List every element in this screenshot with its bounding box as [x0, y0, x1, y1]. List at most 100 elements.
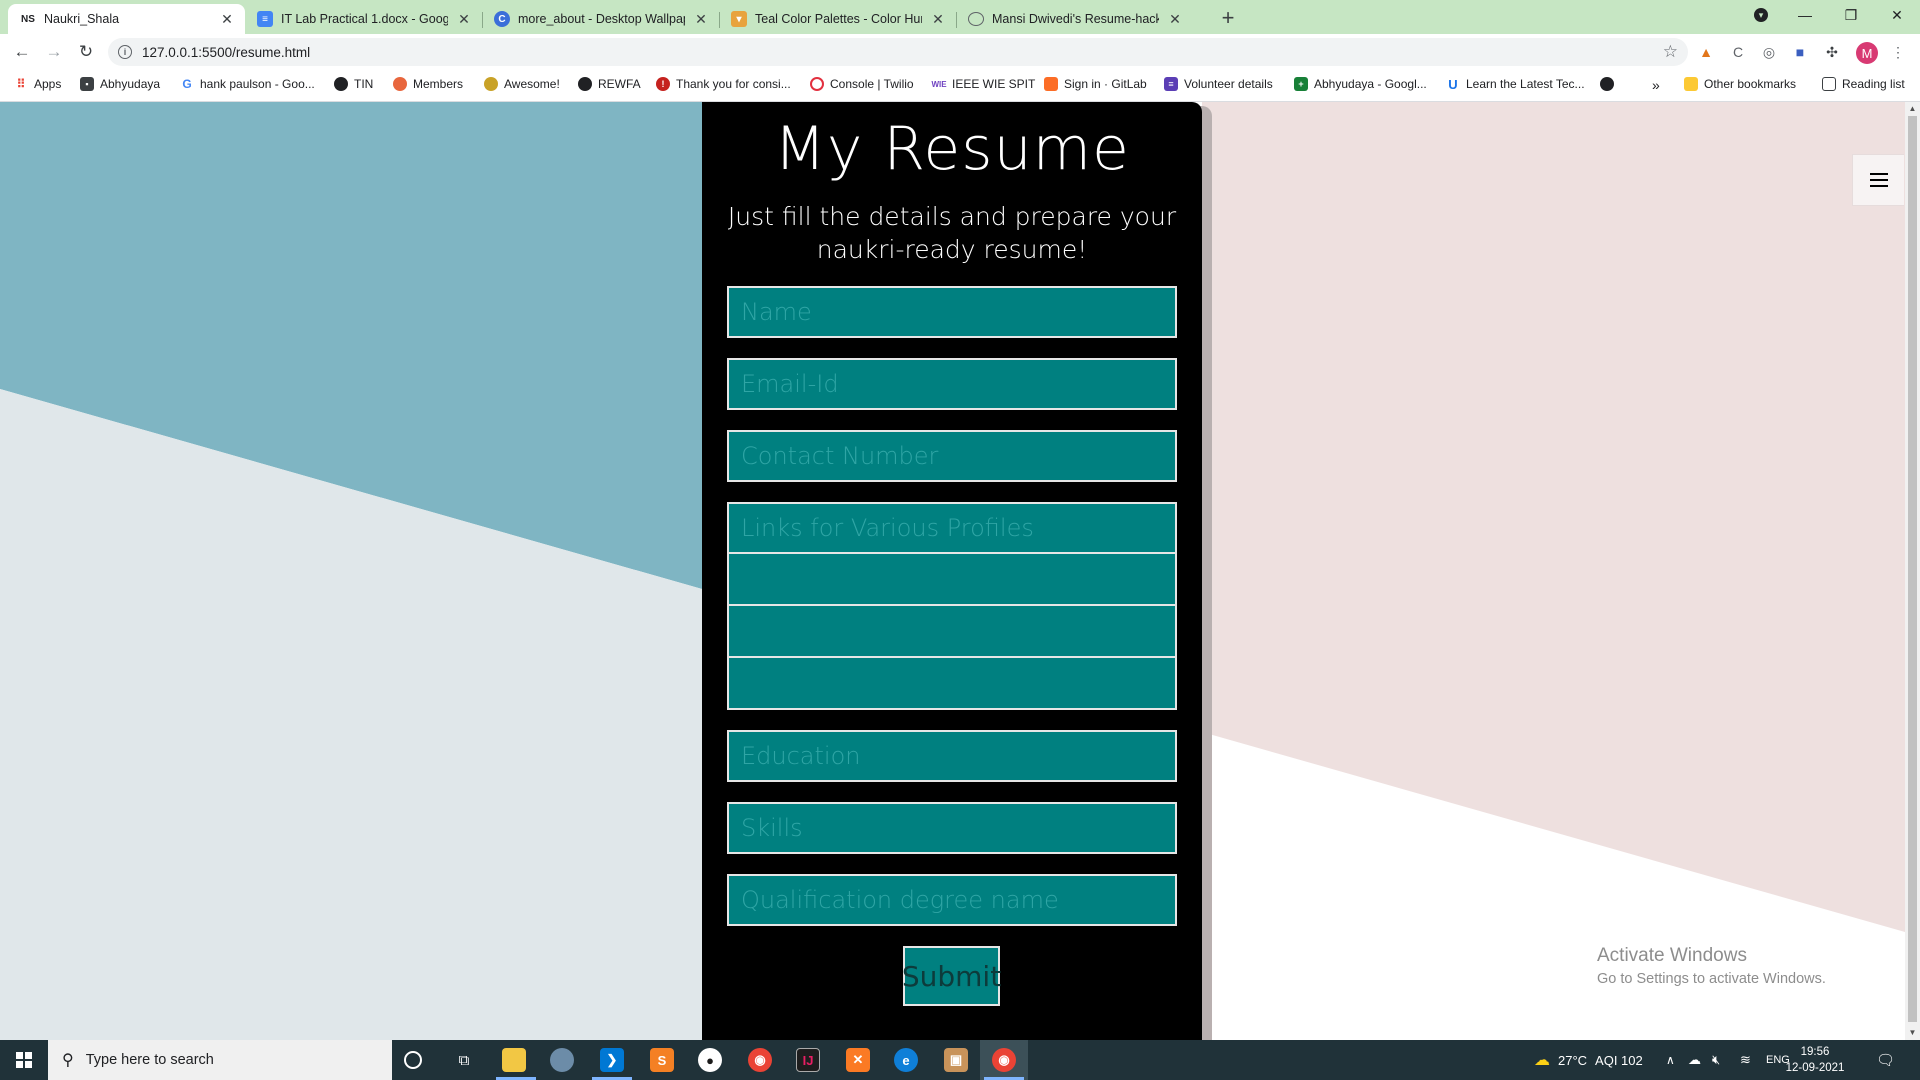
wifi-icon[interactable]: ≋ — [1740, 1040, 1751, 1080]
bookmarks-overflow-button[interactable]: » — [1652, 77, 1660, 93]
restore-button[interactable]: ❐ — [1828, 0, 1874, 30]
bookmark-apps[interactable]: ⠿ Apps — [14, 77, 62, 91]
bookmark-star-icon[interactable]: ☆ — [1663, 42, 1678, 62]
hamburger-menu-button[interactable] — [1852, 154, 1904, 206]
profile-link-3-field[interactable] — [727, 606, 1177, 658]
name-field[interactable]: Name — [727, 286, 1177, 338]
submit-button[interactable]: Submit — [902, 946, 1001, 1006]
chrome-active-icon[interactable]: ◉ — [992, 1048, 1016, 1072]
bookmark-twilio[interactable]: Console | Twilio — [810, 77, 914, 91]
chrome-icon[interactable]: ◉ — [748, 1048, 772, 1072]
reload-button[interactable]: ↻ — [72, 38, 100, 66]
close-window-button[interactable]: ✕ — [1874, 0, 1920, 30]
bookmark-ieee-wie[interactable]: WIE IEEE WIE SPIT — [931, 77, 1035, 91]
bookmark-abhyudaya-sheets[interactable]: + Abhyudaya - Googl... — [1294, 77, 1427, 91]
tab-naukri-shala[interactable]: NS Naukri_Shala ✕ — [8, 4, 245, 34]
bookmark-unnamed[interactable] — [1600, 77, 1614, 91]
bookmark-rewfa[interactable]: REWFA — [578, 77, 641, 91]
docs-icon: ≡ — [257, 11, 273, 27]
app-circle-icon[interactable]: ● — [698, 1048, 722, 1072]
taskbar-search-box[interactable]: ⚲ Type here to search — [48, 1040, 392, 1080]
close-icon[interactable]: ✕ — [456, 11, 472, 27]
bookmark-awesome[interactable]: Awesome! — [484, 77, 560, 91]
clock-date: 12-09-2021 — [1785, 1062, 1845, 1074]
other-bookmarks[interactable]: Other bookmarks — [1684, 77, 1796, 91]
minimize-button[interactable]: — — [1782, 0, 1828, 30]
task-view-icon[interactable]: ⧉ — [452, 1048, 476, 1072]
tab-search-button[interactable]: ▾ — [1738, 0, 1784, 30]
metamask-icon[interactable]: ▲ — [1696, 42, 1716, 62]
bookmark-tin[interactable]: TIN — [334, 77, 373, 91]
education-field[interactable]: Education — [727, 730, 1177, 782]
profile-link-4-field[interactable] — [727, 658, 1177, 710]
show-hidden-icons-button[interactable]: ∧ — [1666, 1040, 1675, 1080]
emoji-icon — [484, 77, 498, 91]
address-bar[interactable]: i 127.0.0.1:5500/resume.html ☆ — [108, 38, 1688, 66]
bookmark-volunteer[interactable]: ≡ Volunteer details — [1164, 77, 1273, 91]
bookmark-label: Members — [413, 77, 464, 91]
tab-title: IT Lab Practical 1.docx - Google D — [281, 12, 448, 26]
profile-links-field[interactable]: Links for Various Profiles — [727, 502, 1177, 554]
contact-number-field[interactable]: Contact Number — [727, 430, 1177, 482]
bookmark-label: REWFA — [598, 77, 641, 91]
cortana-icon[interactable] — [404, 1051, 422, 1069]
package-icon[interactable]: ▣ — [944, 1048, 968, 1072]
paint-icon[interactable] — [550, 1048, 574, 1072]
back-button[interactable]: ← — [8, 38, 36, 66]
onedrive-icon[interactable]: ☁ — [1688, 1040, 1701, 1080]
tab-mansi-resume[interactable]: Mansi Dwivedi's Resume-hackerr ✕ — [956, 4, 1193, 34]
bookmark-page-icon: ▪ — [80, 77, 94, 91]
watermark-title: Activate Windows — [1597, 945, 1747, 966]
close-icon[interactable]: ✕ — [1167, 11, 1183, 27]
profile-link-2-field[interactable] — [727, 554, 1177, 606]
new-tab-button[interactable]: + — [1215, 6, 1241, 32]
tab-teal-color-palettes[interactable]: ▾ Teal Color Palettes - Color Hunt ✕ — [719, 4, 956, 34]
resume-form-card: My Resume Just fill the details and prep… — [702, 102, 1202, 1040]
qualification-field[interactable]: Qualification degree name — [727, 874, 1177, 926]
file-explorer-icon[interactable] — [502, 1048, 526, 1072]
extension-c-icon[interactable]: C — [1728, 42, 1748, 62]
bookmark-learn-latest[interactable]: U Learn the Latest Tec... — [1446, 77, 1584, 92]
notifications-icon[interactable]: 🗨︎ — [1876, 1040, 1895, 1080]
close-icon[interactable]: ✕ — [219, 11, 235, 27]
taskbar-clock[interactable]: 19:56 12-09-2021 — [1778, 1044, 1852, 1076]
skills-field[interactable]: Skills — [727, 802, 1177, 854]
tab-more-about[interactable]: C more_about - Desktop Wallpaper ✕ — [482, 4, 719, 34]
extensions-puzzle-icon[interactable]: ✣ — [1822, 42, 1842, 62]
bookmark-members[interactable]: Members — [393, 77, 463, 91]
extension-circle-icon[interactable]: ◎ — [1759, 42, 1779, 62]
reading-list[interactable]: Reading list — [1822, 77, 1905, 91]
sublime-icon[interactable]: S — [650, 1048, 674, 1072]
more-menu-icon[interactable]: ⋮ — [1888, 42, 1908, 62]
bookmark-gitlab[interactable]: Sign in · GitLab — [1044, 77, 1147, 91]
scrollbar-thumb[interactable] — [1908, 116, 1917, 1022]
scroll-up-icon[interactable]: ▲ — [1908, 104, 1917, 114]
folder-icon — [1684, 77, 1698, 91]
vscode-icon[interactable]: ❯ — [600, 1048, 624, 1072]
extension-square-icon[interactable]: ■ — [1790, 42, 1810, 62]
start-button[interactable] — [0, 1040, 48, 1080]
close-icon[interactable]: ✕ — [693, 11, 709, 27]
edge-icon[interactable]: e — [894, 1048, 918, 1072]
page-scrollbar[interactable]: ▲ ▼ — [1905, 102, 1920, 1040]
forward-button[interactable]: → — [40, 38, 68, 66]
bookmark-thank-you[interactable]: ! Thank you for consi... — [656, 77, 791, 91]
tab-it-lab-practical[interactable]: ≡ IT Lab Practical 1.docx - Google D ✕ — [245, 4, 482, 34]
tab-title: Mansi Dwivedi's Resume-hackerr — [992, 12, 1159, 26]
bookmark-abhyudaya[interactable]: ▪ Abhyudaya — [80, 77, 160, 91]
volume-muted-icon[interactable]: 🔇︎ — [1712, 1040, 1720, 1080]
bookmark-label: Thank you for consi... — [676, 77, 791, 91]
email-field[interactable]: Email-Id — [727, 358, 1177, 410]
weather-widget[interactable]: ☁ 27°C AQI 102 — [1534, 1040, 1643, 1080]
globe-icon — [334, 77, 348, 91]
tab-strip: NS Naukri_Shala ✕ ≡ IT Lab Practical 1.d… — [0, 0, 1920, 34]
tab-title: Teal Color Palettes - Color Hunt — [755, 12, 922, 26]
page-viewport: My Resume Just fill the details and prep… — [0, 102, 1905, 1040]
site-info-icon[interactable]: i — [118, 45, 132, 59]
intellij-icon[interactable]: IJ — [796, 1048, 820, 1072]
bookmark-hank-paulson[interactable]: G hank paulson - Goo... — [180, 77, 314, 91]
xampp-icon[interactable]: ✕ — [846, 1048, 870, 1072]
scroll-down-icon[interactable]: ▼ — [1908, 1028, 1917, 1038]
profile-avatar[interactable]: M — [1856, 42, 1878, 64]
close-icon[interactable]: ✕ — [930, 11, 946, 27]
